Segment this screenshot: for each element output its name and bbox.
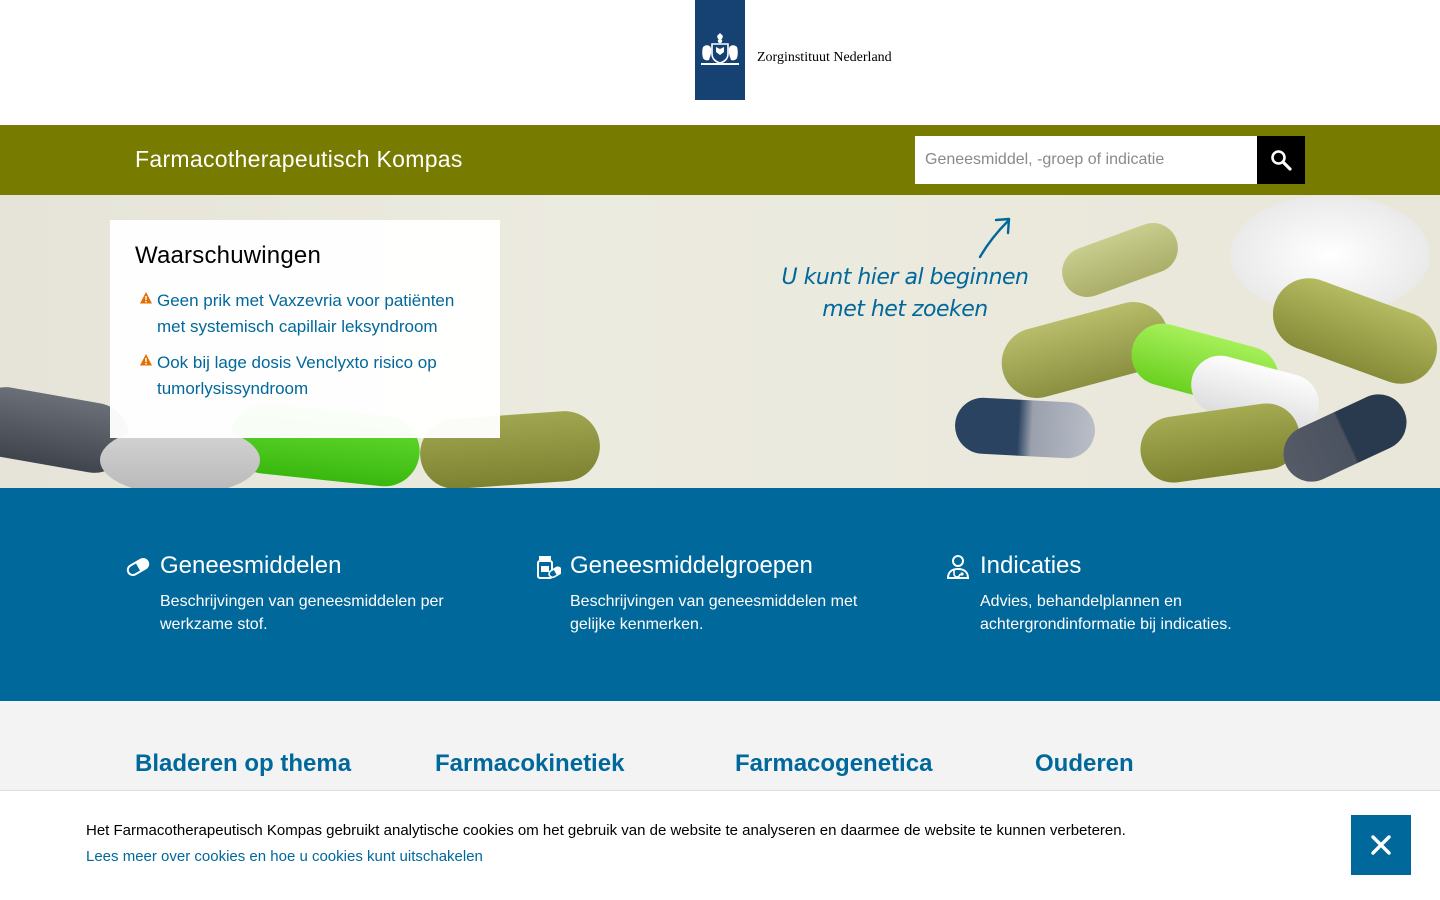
doctor-icon: [946, 555, 970, 579]
theme-farmacokinetiek[interactable]: Farmacokinetiek: [435, 750, 715, 788]
category-description: Advies, behandelplannen en achtergrondin…: [980, 593, 1232, 633]
warning-item[interactable]: Geen prik met Vaxzevria voor patiënten m…: [135, 288, 475, 340]
coat-of-arms-icon: [701, 33, 739, 65]
theme-title[interactable]: Bladeren op thema: [135, 750, 415, 778]
warning-triangle-icon: [140, 354, 152, 366]
org-name: Zorginstituut Nederland: [757, 50, 892, 65]
cookie-close-button[interactable]: [1351, 815, 1411, 875]
theme-farmacogenetica[interactable]: Farmacogenetica: [735, 750, 1015, 788]
medicine-bottle-icon: [537, 556, 561, 579]
theme-ouderen[interactable]: Ouderen: [1035, 750, 1315, 788]
category-title[interactable]: Geneesmiddelgroepen: [570, 552, 813, 580]
warning-item[interactable]: Ook bij lage dosis Venclyxto risico op t…: [135, 350, 475, 402]
cookie-info-link[interactable]: Lees meer over cookies en hoe u cookies …: [86, 848, 483, 865]
search-input[interactable]: [915, 136, 1257, 184]
search-hint: U kunt hier al beginnen met het zoeken: [781, 265, 1030, 322]
theme-title[interactable]: Farmacokinetiek: [435, 750, 715, 778]
top-header: Zorginstituut Nederland: [0, 0, 1440, 125]
arrow-up-right-icon: [978, 217, 1011, 259]
warning-triangle-icon: [140, 292, 152, 304]
pill-icon: [126, 558, 150, 576]
close-icon: [1371, 835, 1391, 855]
logo[interactable]: [695, 0, 745, 100]
category-title[interactable]: Geneesmiddelen: [160, 552, 341, 580]
theme-title[interactable]: Farmacogenetica: [735, 750, 1015, 778]
theme-bladeren-op-thema[interactable]: Bladeren op thema: [135, 750, 415, 788]
warnings-panel: Waarschuwingen Geen prik met Vaxzevria v…: [110, 220, 500, 438]
search-button[interactable]: [1257, 136, 1305, 184]
search-icon: [1271, 150, 1292, 171]
warning-link[interactable]: Geen prik met Vaxzevria voor patiënten m…: [157, 288, 475, 340]
category-title[interactable]: Indicaties: [980, 552, 1081, 580]
warning-link[interactable]: Ook bij lage dosis Venclyxto risico op t…: [157, 350, 475, 402]
category-description: Beschrijvingen van geneesmiddelen per we…: [160, 593, 444, 633]
cookie-banner: [0, 790, 1440, 900]
warnings-title: Waarschuwingen: [135, 242, 321, 269]
theme-title[interactable]: Ouderen: [1035, 750, 1315, 778]
category-description: Beschrijvingen van geneesmiddelen met ge…: [570, 593, 858, 633]
site-title[interactable]: Farmacotherapeutisch Kompas: [135, 146, 463, 173]
cookie-text: Het Farmacotherapeutisch Kompas gebruikt…: [86, 822, 1126, 839]
